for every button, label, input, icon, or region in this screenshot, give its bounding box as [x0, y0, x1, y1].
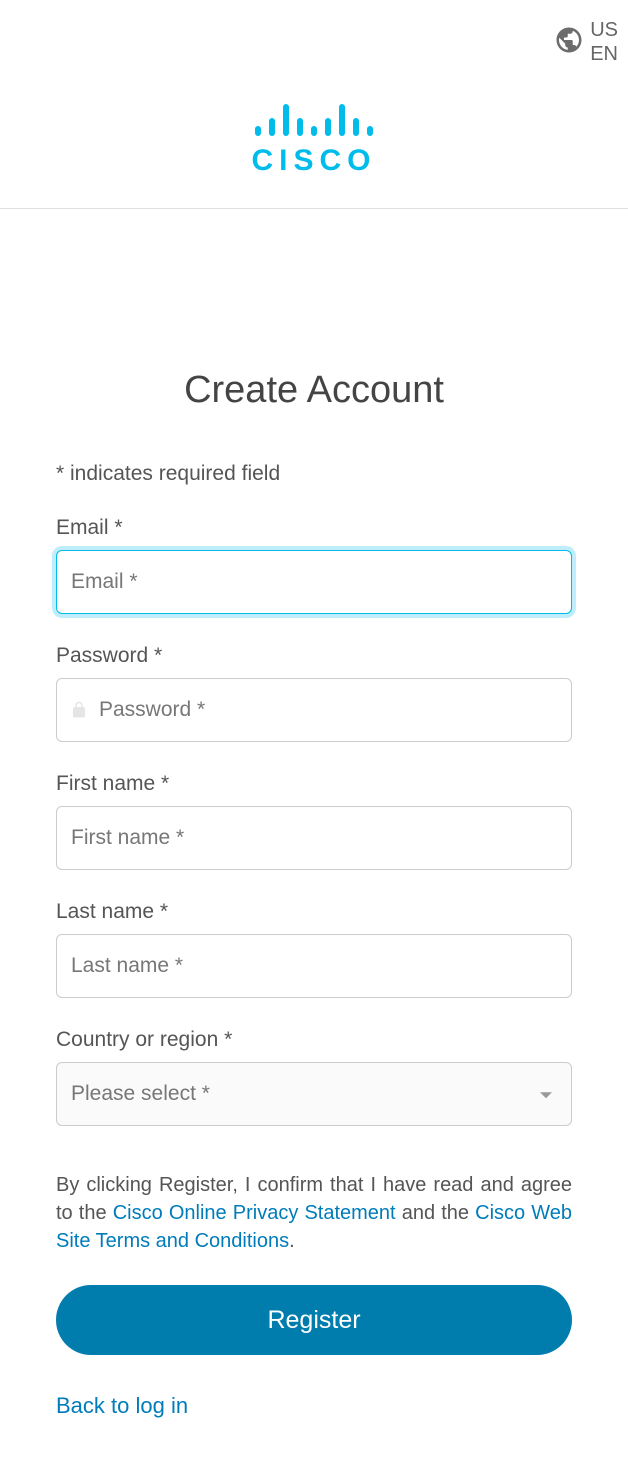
- last-name-input[interactable]: [56, 934, 572, 998]
- first-name-input[interactable]: [56, 806, 572, 870]
- register-button[interactable]: Register: [56, 1285, 572, 1355]
- password-group: Password *: [56, 644, 572, 742]
- globe-icon: [554, 25, 584, 60]
- locale-selector[interactable]: US EN: [554, 18, 618, 66]
- cisco-logo: cisco: [0, 20, 628, 178]
- email-group: Email *: [56, 516, 572, 614]
- first-name-group: First name *: [56, 772, 572, 870]
- required-note: * indicates required field: [56, 462, 572, 486]
- country-group: Country or region * Please select *: [56, 1028, 572, 1126]
- terms-text: By clicking Register, I confirm that I h…: [56, 1171, 572, 1255]
- locale-country: US: [590, 18, 618, 42]
- terms-mid: and the: [396, 1202, 476, 1224]
- email-label: Email *: [56, 516, 572, 540]
- last-name-group: Last name *: [56, 900, 572, 998]
- page-title: Create Account: [56, 369, 572, 412]
- last-name-label: Last name *: [56, 900, 572, 924]
- header: US EN cisco: [0, 0, 628, 209]
- back-to-login-link[interactable]: Back to log in: [56, 1393, 188, 1419]
- email-input[interactable]: [56, 550, 572, 614]
- locale-language: EN: [590, 42, 618, 66]
- cisco-bars-icon: [0, 100, 628, 136]
- main-content: Create Account * indicates required fiel…: [0, 369, 628, 1419]
- country-select-value: Please select *: [71, 1082, 210, 1106]
- country-label: Country or region *: [56, 1028, 572, 1052]
- country-select[interactable]: Please select *: [56, 1062, 572, 1126]
- terms-suffix: .: [289, 1230, 295, 1252]
- first-name-label: First name *: [56, 772, 572, 796]
- brand-name: cisco: [0, 144, 628, 178]
- password-label: Password *: [56, 644, 572, 668]
- locale-text: US EN: [590, 18, 618, 66]
- password-input[interactable]: [56, 678, 572, 742]
- privacy-link[interactable]: Cisco Online Privacy Statement: [113, 1202, 396, 1224]
